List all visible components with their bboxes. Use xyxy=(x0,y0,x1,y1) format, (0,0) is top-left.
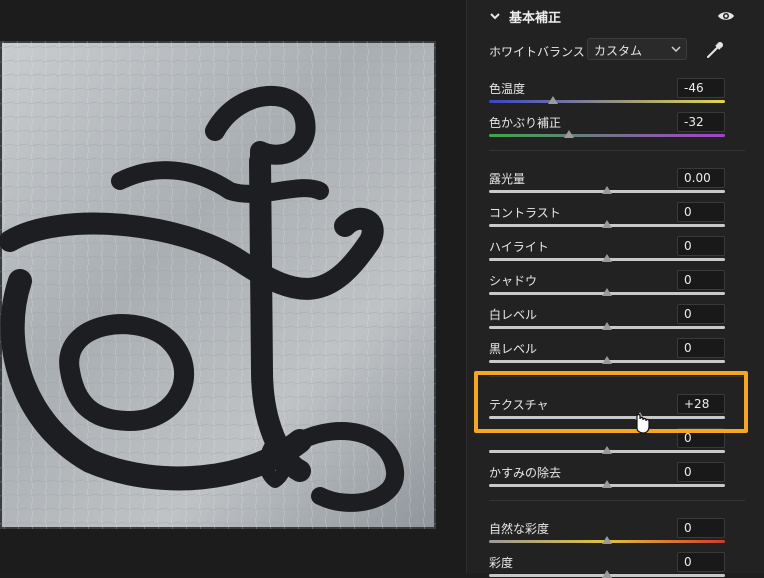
slider-value-field[interactable]: 0 xyxy=(677,552,725,572)
slider-thumb[interactable] xyxy=(602,322,612,330)
slider-thumb[interactable] xyxy=(547,96,558,104)
slider-thumb[interactable] xyxy=(602,186,612,194)
section-divider xyxy=(489,500,745,501)
chevron-down-icon xyxy=(671,46,681,53)
slider-thumb[interactable] xyxy=(602,536,612,544)
section-divider xyxy=(489,150,745,151)
slider-label: 黒レベル xyxy=(489,342,538,356)
slider-thumb[interactable] xyxy=(564,130,575,138)
slider-label: かすみの除去 xyxy=(489,466,562,480)
eyedropper-icon[interactable] xyxy=(705,40,725,60)
slider-label: 彩度 xyxy=(489,556,514,570)
slider-thumb[interactable] xyxy=(602,254,612,262)
texture-highlight-box xyxy=(474,371,748,433)
slider-value-field[interactable]: 0 xyxy=(677,462,725,482)
slider-value-field[interactable]: 0 xyxy=(677,202,725,222)
eye-icon[interactable] xyxy=(717,9,735,23)
slider-thumb[interactable] xyxy=(602,446,612,454)
photo-canvas[interactable] xyxy=(0,0,466,573)
slider-value-field[interactable]: -46 xyxy=(677,78,725,98)
slider-label: 色温度 xyxy=(489,82,526,96)
slider-value-field[interactable]: -32 xyxy=(677,112,725,132)
slider-value-field[interactable]: 0 xyxy=(677,304,725,324)
section-header[interactable]: 基本補正 xyxy=(489,8,562,26)
slider-thumb[interactable] xyxy=(602,570,612,578)
slider-thumb[interactable] xyxy=(602,356,612,364)
slider-track[interactable] xyxy=(489,134,725,137)
slider-label: 露光量 xyxy=(489,172,526,186)
slider-label: シャドウ xyxy=(489,274,538,288)
chevron-down-icon[interactable] xyxy=(489,10,501,22)
slider-label: ハイライト xyxy=(489,240,549,254)
slider-value-field[interactable]: 0 xyxy=(677,236,725,256)
slider-value-field[interactable]: 0.00 xyxy=(677,168,725,188)
slider-value-field[interactable]: 0 xyxy=(677,338,725,358)
white-balance-value: カスタム xyxy=(594,44,643,58)
slider-thumb[interactable] xyxy=(602,288,612,296)
section-title: 基本補正 xyxy=(509,10,562,26)
slider-label: 白レベル xyxy=(489,308,538,322)
carved-seal-image xyxy=(0,41,436,529)
slider-label: 色かぶり補正 xyxy=(489,116,562,130)
slider-thumb[interactable] xyxy=(602,220,612,228)
photo-preview xyxy=(0,41,436,529)
basic-adjustments-panel: 基本補正 ホワイトバランス カスタム 色温度 -46 色かぶり補正 -32 露光量 0.0… xyxy=(466,0,764,578)
cursor-icon xyxy=(636,413,650,434)
slider-value-field[interactable]: 0 xyxy=(677,518,725,538)
slider-thumb[interactable] xyxy=(602,480,612,488)
white-balance-select[interactable]: カスタム xyxy=(587,38,687,60)
slider-label: 自然な彩度 xyxy=(489,522,550,536)
slider-label: コントラスト xyxy=(489,206,561,220)
slider-track[interactable] xyxy=(489,100,725,103)
slider-value-field[interactable]: 0 xyxy=(677,270,725,290)
white-balance-label: ホワイトバランス xyxy=(489,45,585,59)
